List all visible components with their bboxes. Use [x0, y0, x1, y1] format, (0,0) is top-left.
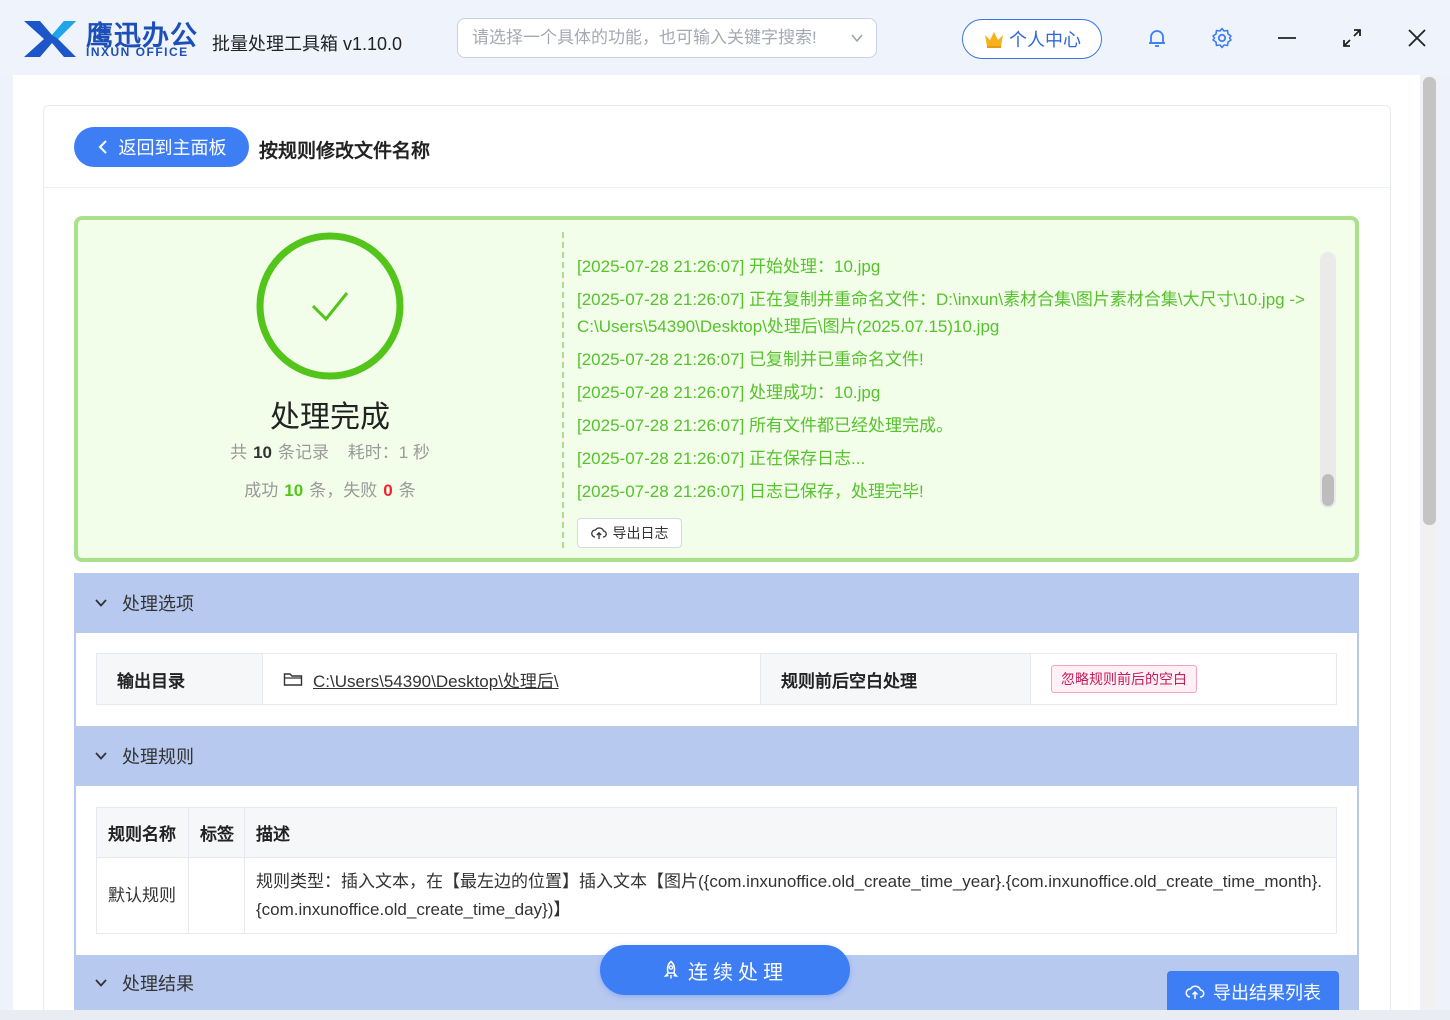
chevron-down-icon [95, 752, 107, 760]
title-bar: 鹰迅办公 INXUN OFFICE 批量处理工具箱 v1.10.0 个人中心 [0, 0, 1450, 75]
user-center-label: 个人中心 [1009, 30, 1081, 50]
whitespace-label: 规则前后空白处理 [761, 654, 1031, 704]
bell-icon[interactable] [1145, 26, 1169, 50]
cloud-upload-icon [590, 527, 607, 539]
close-icon[interactable] [1405, 26, 1429, 50]
rule-tag [188, 857, 245, 934]
elapsed-time: 耗时：1 秒 [347, 443, 430, 462]
page-scrollbar[interactable] [1421, 75, 1438, 1010]
success-prefix: 成功 [244, 481, 279, 500]
export-results-button[interactable]: 导出结果列表 [1167, 971, 1339, 1013]
maximize-icon[interactable] [1340, 26, 1364, 50]
app-title: 批量处理工具箱 v1.10.0 [212, 34, 403, 54]
bottom-edge [0, 1010, 1450, 1020]
column-header: 规则名称 [96, 807, 189, 858]
whitespace-cell: 忽略规则前后的空白 [1031, 654, 1336, 704]
result-divider [562, 232, 564, 548]
success-suffix: 条，失败 [309, 481, 378, 500]
user-center-button[interactable]: 个人中心 [962, 19, 1102, 59]
chevron-down-icon[interactable] [850, 31, 864, 45]
results-section-title: 处理结果 [122, 973, 194, 994]
page-scrollbar-thumb[interactable] [1423, 77, 1436, 525]
success-count: 10 [284, 481, 304, 500]
log-scrollbar-thumb[interactable] [1322, 474, 1334, 506]
crown-icon [985, 32, 1003, 48]
output-dir-cell: C:\Users\54390\Desktop\处理后\ [263, 654, 761, 704]
rules-table: 规则名称 标签 描述 默认规则 规则类型：插入文本，在【最左边的位置】插入文本【… [96, 807, 1337, 934]
table-header-row: 规则名称 标签 描述 [96, 807, 1337, 858]
record-stats: 共 10 条记录 耗时：1 秒 [0, 438, 660, 463]
cloud-upload-icon [1185, 985, 1205, 999]
log-line: [2025-07-28 21:26:07] 开始处理：10.jpg [577, 257, 881, 276]
log-line: [2025-07-28 21:26:07] 已复制并已重命名文件! [577, 350, 924, 369]
log-line: [2025-07-28 21:26:07] 所有文件都已经处理完成。 [577, 416, 954, 435]
log-list: [2025-07-28 21:26:07] 开始处理：10.jpg [2025-… [577, 253, 1317, 511]
logo-icon [24, 21, 76, 57]
chevron-down-icon [95, 599, 107, 607]
export-log-label: 导出日志 [612, 525, 669, 541]
column-header: 描述 [244, 807, 1337, 858]
total-suffix: 条记录 [278, 443, 329, 462]
export-results-label: 导出结果列表 [1213, 983, 1321, 1003]
options-section-header[interactable]: 处理选项 [74, 573, 1359, 633]
log-scrollbar[interactable] [1320, 252, 1336, 508]
search-box[interactable] [457, 18, 877, 58]
column-header: 标签 [188, 807, 245, 858]
options-table: 输出目录 C:\Users\54390\Desktop\处理后\ 规则前后空白处… [96, 653, 1337, 705]
rocket-icon [663, 960, 679, 979]
log-line: [2025-07-28 21:26:07] 正在保存日志... [577, 449, 866, 468]
continue-label: 连续处理 [688, 961, 788, 984]
search-input[interactable] [458, 19, 828, 57]
success-check-icon [256, 232, 404, 380]
rules-section-header[interactable]: 处理规则 [74, 726, 1359, 786]
rule-description: 规则类型：插入文本，在【最左边的位置】插入文本【图片({com.inxunoff… [244, 857, 1337, 934]
fail-suffix: 条 [398, 481, 416, 500]
chevron-down-icon [95, 978, 107, 987]
rules-section-title: 处理规则 [122, 747, 194, 767]
back-button-label: 返回到主面板 [118, 138, 227, 158]
options-section-title: 处理选项 [122, 594, 194, 614]
export-log-button[interactable]: 导出日志 [577, 518, 682, 548]
log-line: [2025-07-28 21:26:07] 正在复制并重命名文件：D:\inxu… [577, 290, 1305, 336]
log-line: [2025-07-28 21:26:07] 处理成功：10.jpg [577, 383, 881, 402]
log-line: [2025-07-28 21:26:07] 日志已保存，处理完毕! [577, 482, 924, 501]
folder-icon [283, 673, 303, 686]
rule-name: 默认规则 [96, 857, 189, 934]
brand-name-en: INXUN OFFICE [86, 45, 189, 59]
back-to-main-button[interactable]: 返回到主面板 [74, 127, 249, 167]
output-dir-link[interactable]: C:\Users\54390\Desktop\处理后\ [313, 667, 559, 692]
continue-processing-button[interactable]: 连续处理 [600, 945, 850, 995]
success-fail-stats: 成功 10 条，失败 0 条 [0, 476, 660, 501]
fail-count: 0 [383, 481, 393, 500]
chevron-left-icon [98, 140, 107, 154]
minimize-icon[interactable] [1275, 26, 1299, 50]
gear-icon[interactable] [1210, 26, 1234, 50]
output-dir-label: 输出目录 [97, 654, 263, 704]
total-prefix: 共 [230, 443, 248, 462]
whitespace-tag: 忽略规则前后的空白 [1051, 665, 1197, 693]
table-row: 默认规则 规则类型：插入文本，在【最左边的位置】插入文本【图片({com.inx… [96, 857, 1337, 934]
status-title: 处理完成 [270, 401, 390, 434]
total-count: 10 [253, 443, 272, 462]
page-title: 按规则修改文件名称 [259, 141, 431, 162]
